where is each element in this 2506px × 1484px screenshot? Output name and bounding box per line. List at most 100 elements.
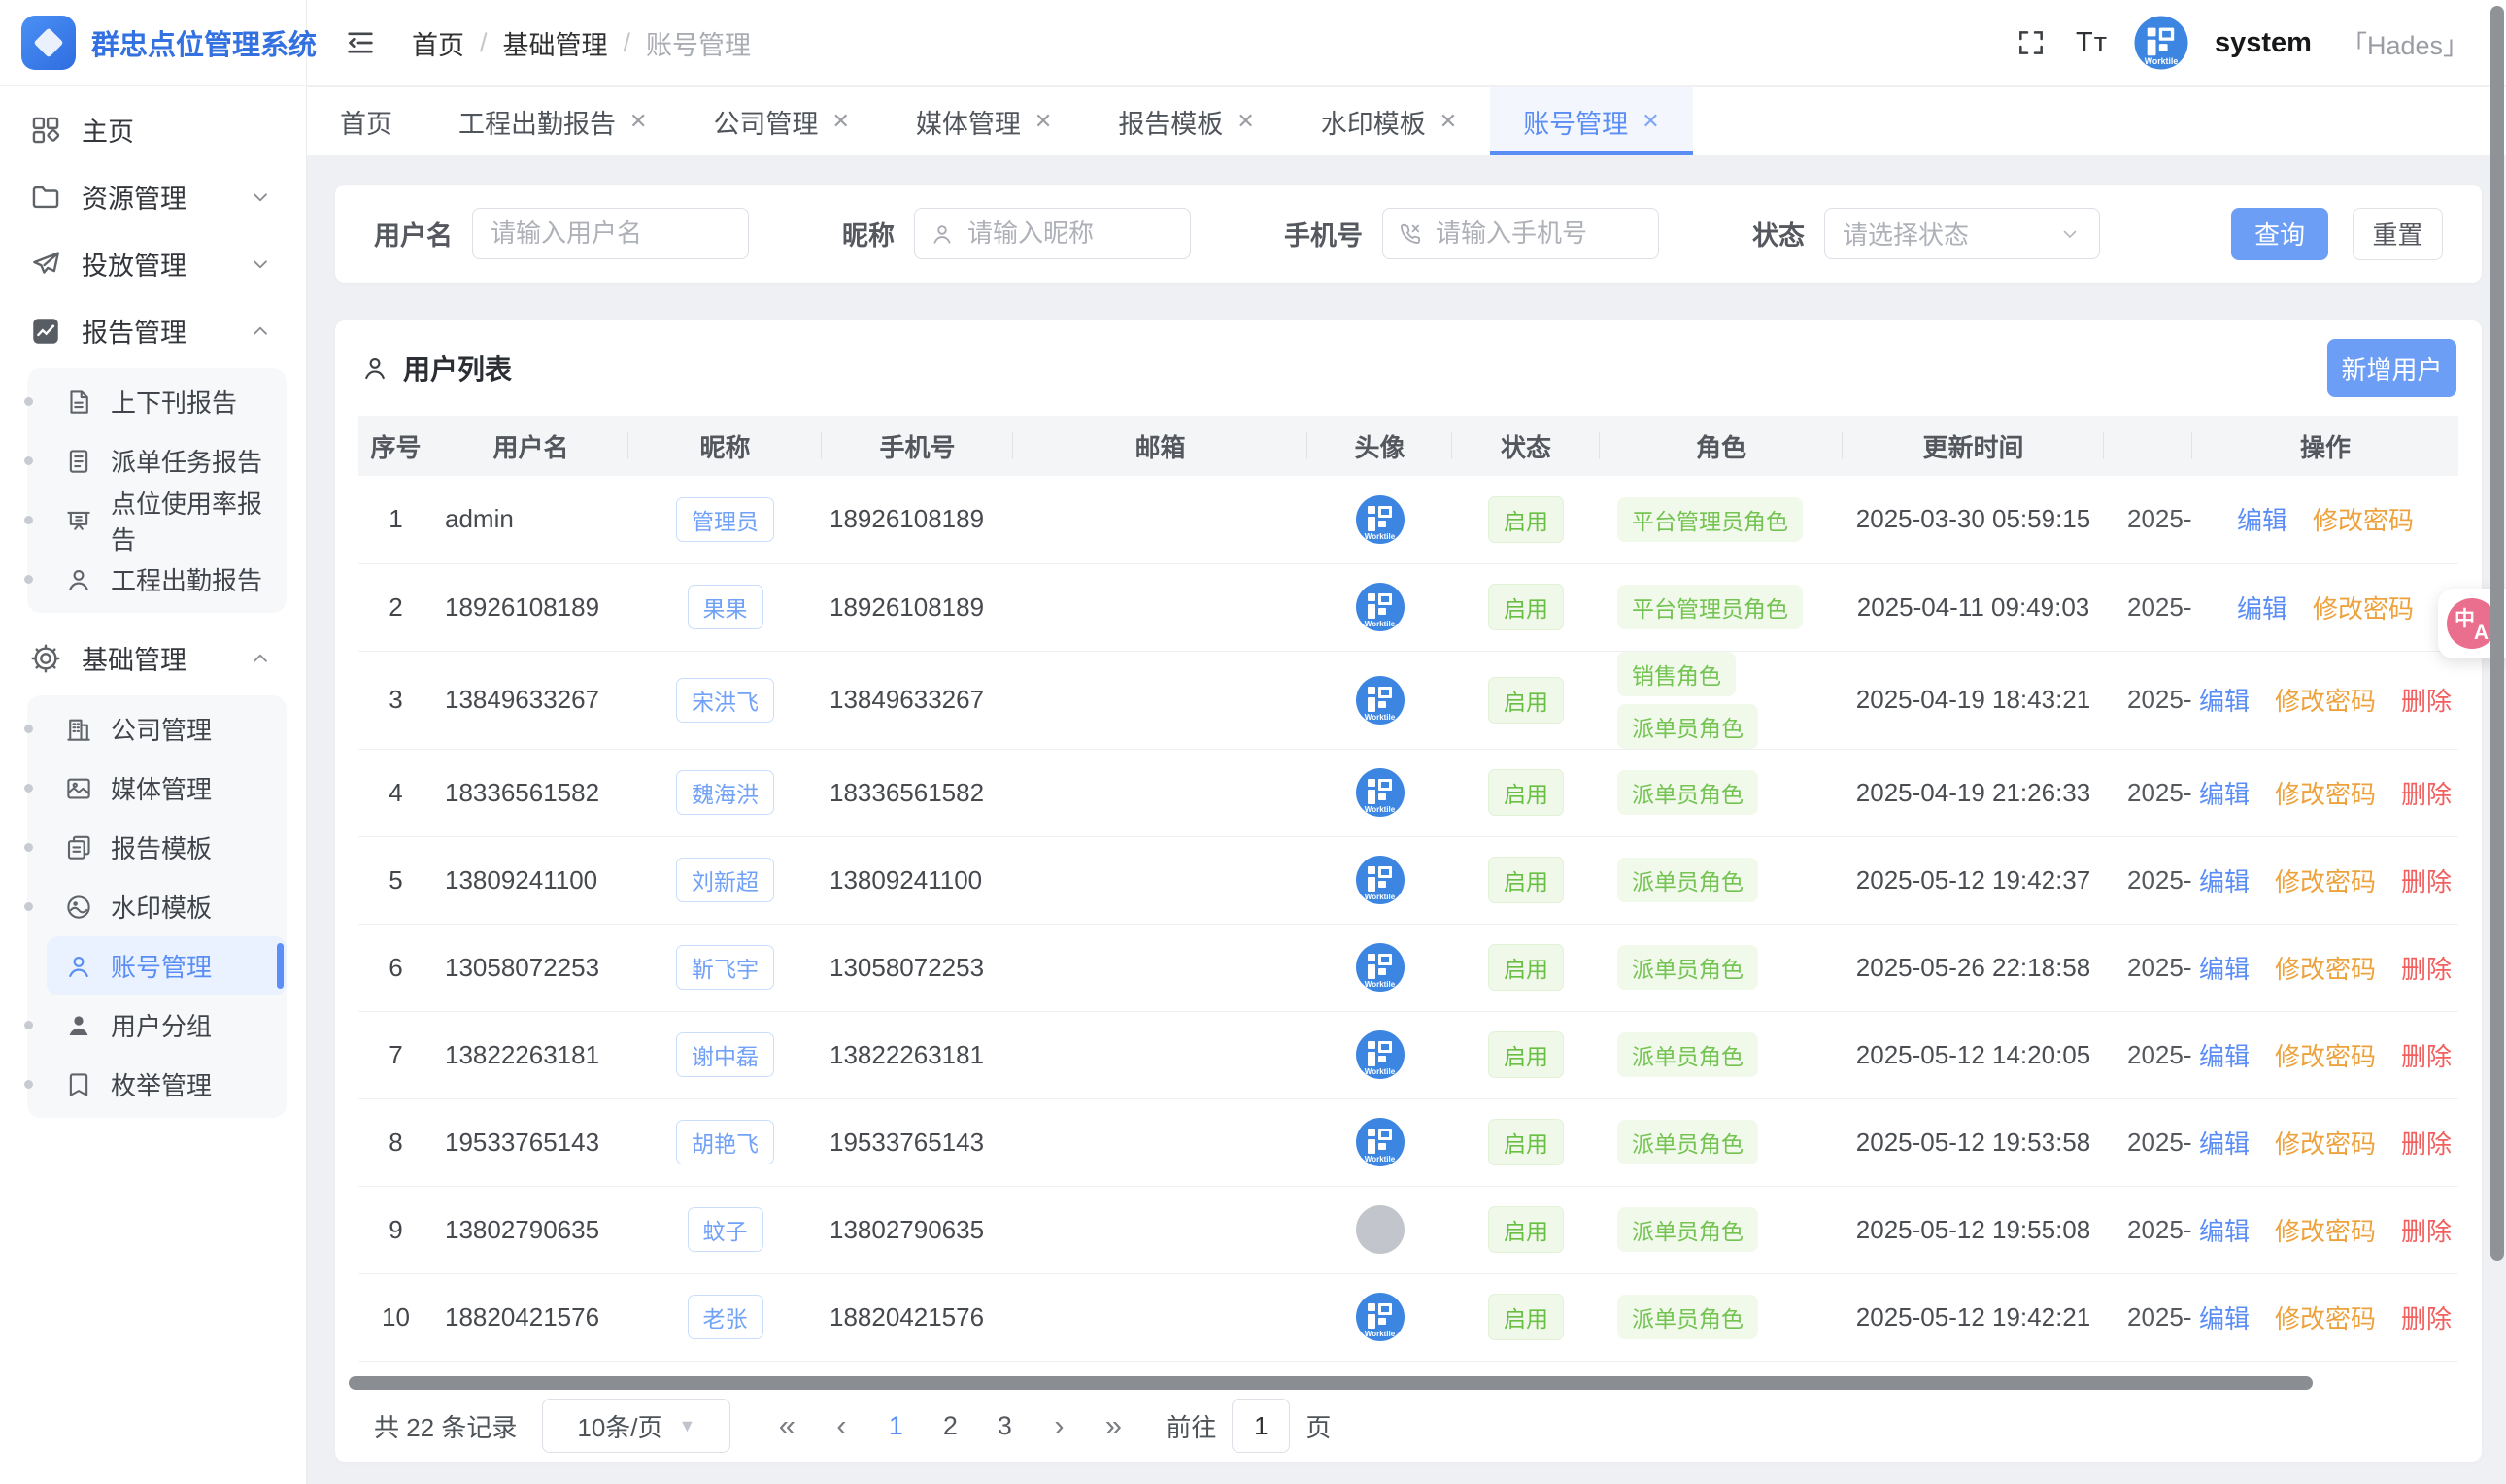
cell-created: 2025-0 bbox=[2104, 1186, 2192, 1273]
edit-link[interactable]: 编辑 bbox=[2199, 1037, 2250, 1073]
sidebar-item-用户分组[interactable]: 用户分组 bbox=[27, 995, 287, 1055]
sidebar-item-主页[interactable]: 主页 bbox=[0, 96, 306, 163]
close-icon[interactable]: ✕ bbox=[1439, 109, 1457, 134]
tab-公司管理[interactable]: 公司管理✕ bbox=[680, 87, 882, 155]
caret-down-icon: ▼ bbox=[679, 1416, 696, 1436]
prev-page-icon[interactable]: ‹ bbox=[814, 1408, 868, 1443]
password-link[interactable]: 修改密码 bbox=[2275, 1212, 2376, 1248]
username-input[interactable] bbox=[472, 208, 749, 259]
delete-link[interactable]: 删除 bbox=[2401, 682, 2452, 718]
delete-link[interactable]: 删除 bbox=[2401, 1212, 2452, 1248]
tab-水印模板[interactable]: 水印模板✕ bbox=[1288, 87, 1490, 155]
sidebar-item-报告模板[interactable]: 报告模板 bbox=[27, 818, 287, 877]
sidebar-item-基础管理[interactable]: 基础管理 bbox=[0, 624, 306, 691]
close-icon[interactable]: ✕ bbox=[1642, 109, 1659, 134]
collapse-sidebar-icon[interactable] bbox=[344, 26, 377, 59]
password-link[interactable]: 修改密码 bbox=[2275, 950, 2376, 986]
cell-username: 13802790635 bbox=[433, 1186, 628, 1273]
password-link[interactable]: 修改密码 bbox=[2275, 682, 2376, 718]
goto-page-input[interactable] bbox=[1232, 1399, 1290, 1453]
cell-phone: 13849633267 bbox=[822, 651, 1013, 749]
cell-nickname: 老张 bbox=[628, 1273, 822, 1361]
bullet-dot bbox=[24, 1080, 33, 1089]
sidebar-item-媒体管理[interactable]: 媒体管理 bbox=[27, 759, 287, 818]
tab-媒体管理[interactable]: 媒体管理✕ bbox=[883, 87, 1085, 155]
edit-link[interactable]: 编辑 bbox=[2199, 862, 2250, 898]
cell-nickname: 靳飞宇 bbox=[628, 924, 822, 1011]
close-icon[interactable]: ✕ bbox=[1034, 109, 1052, 134]
reset-button[interactable]: 重置 bbox=[2353, 208, 2443, 260]
password-link[interactable]: 修改密码 bbox=[2275, 1037, 2376, 1073]
edit-link[interactable]: 编辑 bbox=[2199, 1125, 2250, 1161]
edit-link[interactable]: 编辑 bbox=[2237, 501, 2287, 537]
nickname-input[interactable] bbox=[914, 208, 1191, 259]
last-page-icon[interactable]: » bbox=[1086, 1408, 1140, 1443]
sidebar-item-投放管理[interactable]: 投放管理 bbox=[0, 230, 306, 297]
delete-link[interactable]: 删除 bbox=[2401, 950, 2452, 986]
sidebar-item-公司管理[interactable]: 公司管理 bbox=[27, 699, 287, 759]
phone-input[interactable] bbox=[1382, 208, 1659, 259]
delete-link[interactable]: 删除 bbox=[2401, 862, 2452, 898]
delete-link[interactable]: 删除 bbox=[2401, 775, 2452, 811]
breadcrumb-item[interactable]: 基础管理 bbox=[503, 24, 608, 62]
edit-link[interactable]: 编辑 bbox=[2199, 775, 2250, 811]
fullscreen-icon[interactable] bbox=[2015, 27, 2047, 58]
sidebar-item-派单任务报告[interactable]: 派单任务报告 bbox=[27, 431, 287, 490]
cell-avatar: Worktile bbox=[1307, 563, 1452, 651]
sidebar-item-label: 公司管理 bbox=[111, 711, 212, 747]
field-phone: 手机号 bbox=[1284, 208, 1659, 259]
tab-工程出勤报告[interactable]: 工程出勤报告✕ bbox=[425, 87, 680, 155]
edit-link[interactable]: 编辑 bbox=[2199, 682, 2250, 718]
close-icon[interactable]: ✕ bbox=[629, 109, 647, 134]
sidebar-item-点位使用率报告[interactable]: 点位使用率报告 bbox=[27, 490, 287, 550]
password-link[interactable]: 修改密码 bbox=[2275, 1299, 2376, 1335]
breadcrumb-item[interactable]: 首页 bbox=[412, 24, 464, 62]
delete-link[interactable]: 删除 bbox=[2401, 1037, 2452, 1073]
tab-账号管理[interactable]: 账号管理✕ bbox=[1490, 87, 1692, 155]
gear-icon bbox=[29, 642, 62, 675]
vertical-scrollbar[interactable] bbox=[2490, 6, 2504, 1261]
password-link[interactable]: 修改密码 bbox=[2275, 862, 2376, 898]
cell-username: 13058072253 bbox=[433, 924, 628, 1011]
delete-link[interactable]: 删除 bbox=[2401, 1299, 2452, 1335]
role-tag: 派单员角色 bbox=[1617, 1295, 1758, 1339]
sidebar: 群忠点位管理系统 主页资源管理投放管理报告管理上下刊报告派单任务报告点位使用率报… bbox=[0, 0, 307, 1484]
edit-link[interactable]: 编辑 bbox=[2199, 1299, 2250, 1335]
password-link[interactable]: 修改密码 bbox=[2275, 1125, 2376, 1161]
horizontal-scrollbar[interactable] bbox=[349, 1376, 2313, 1390]
sidebar-item-账号管理[interactable]: 账号管理 bbox=[47, 936, 287, 995]
sidebar-item-报告管理[interactable]: 报告管理 bbox=[0, 297, 306, 364]
user-avatar[interactable]: Worktile bbox=[2137, 18, 2185, 67]
password-link[interactable]: 修改密码 bbox=[2313, 501, 2414, 537]
sidebar-item-枚举管理[interactable]: 枚举管理 bbox=[27, 1055, 287, 1114]
edit-link[interactable]: 编辑 bbox=[2199, 950, 2250, 986]
password-link[interactable]: 修改密码 bbox=[2313, 590, 2414, 625]
query-button[interactable]: 查询 bbox=[2231, 208, 2328, 260]
delete-link[interactable]: 删除 bbox=[2401, 1125, 2452, 1161]
edit-link[interactable]: 编辑 bbox=[2199, 1212, 2250, 1248]
password-link[interactable]: 修改密码 bbox=[2275, 775, 2376, 811]
page-number-1[interactable]: 1 bbox=[868, 1411, 923, 1441]
sidebar-item-上下刊报告[interactable]: 上下刊报告 bbox=[27, 372, 287, 431]
cell-avatar: Worktile bbox=[1307, 1273, 1452, 1361]
edit-link[interactable]: 编辑 bbox=[2237, 590, 2287, 625]
next-page-icon[interactable]: › bbox=[1032, 1408, 1086, 1443]
tab-首页[interactable]: 首页 bbox=[307, 87, 425, 155]
close-icon[interactable]: ✕ bbox=[831, 109, 849, 134]
sidebar-item-工程出勤报告[interactable]: 工程出勤报告 bbox=[27, 550, 287, 609]
sidebar-item-水印模板[interactable]: 水印模板 bbox=[27, 877, 287, 936]
page-number-2[interactable]: 2 bbox=[923, 1411, 977, 1441]
page-size-select[interactable]: 10条/页 ▼ bbox=[542, 1399, 730, 1453]
chevron-up-icon bbox=[248, 319, 273, 344]
column-header-操作: 操作 bbox=[2192, 416, 2458, 476]
status-select[interactable]: 请选择状态 bbox=[1824, 208, 2100, 259]
cell-avatar: Worktile bbox=[1307, 749, 1452, 836]
tab-报告模板[interactable]: 报告模板✕ bbox=[1085, 87, 1287, 155]
close-icon[interactable]: ✕ bbox=[1236, 109, 1254, 134]
page-number-3[interactable]: 3 bbox=[977, 1411, 1032, 1441]
font-size-icon[interactable]: Tт bbox=[2076, 27, 2108, 59]
sidebar-item-资源管理[interactable]: 资源管理 bbox=[0, 163, 306, 230]
first-page-icon[interactable]: « bbox=[760, 1408, 814, 1443]
cell-status: 启用 bbox=[1452, 836, 1600, 924]
add-user-button[interactable]: 新增用户 bbox=[2327, 339, 2456, 397]
